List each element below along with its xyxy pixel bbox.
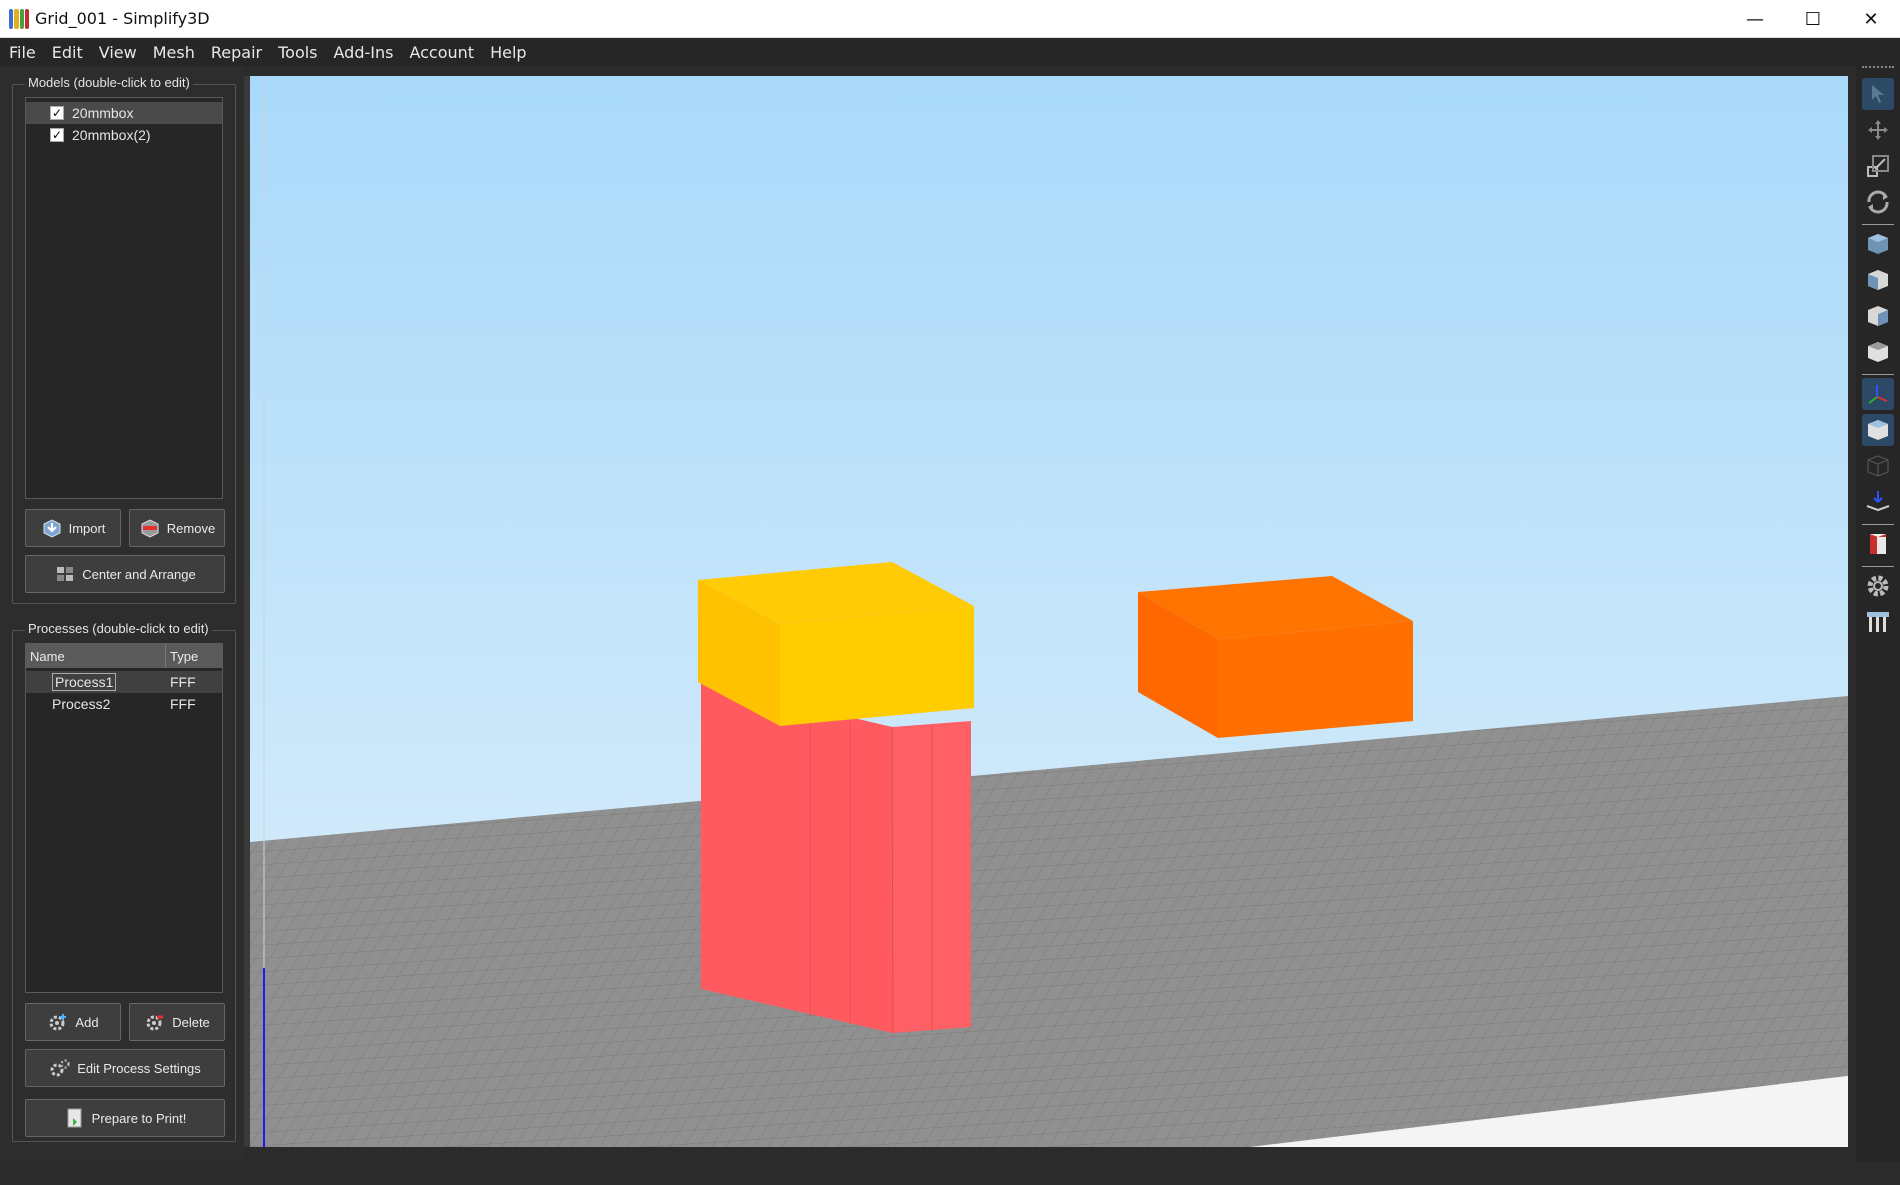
processes-table-header: Name Type [26,644,222,668]
select-arrow-icon[interactable] [1862,78,1894,110]
window-controls: — ☐ ✕ [1726,0,1900,38]
import-button[interactable]: Import [25,509,121,547]
model-name: 20mmbox [72,105,134,121]
window-title: Grid_001 - Simplify3D [35,9,210,28]
view-front-icon[interactable] [1862,264,1894,296]
add-process-button[interactable]: Add [25,1003,121,1041]
view-side-icon[interactable] [1862,300,1894,332]
menu-add-ins[interactable]: Add-Ins [334,43,394,62]
add-gear-icon [47,1012,69,1032]
status-bar [0,1161,1900,1185]
model-name: 20mmbox(2) [72,127,151,143]
column-header-type[interactable]: Type [166,644,222,668]
center-and-arrange-button[interactable]: Center and Arrange [25,555,225,593]
supports-icon[interactable] [1862,606,1894,638]
model-bottom-left-face [701,682,893,1033]
3d-viewport[interactable]: Z [250,76,1848,1147]
process-name: Process1 [52,673,117,691]
gcode-preview-icon[interactable] [1862,528,1894,560]
add-label: Add [75,1014,99,1030]
menu-repair[interactable]: Repair [211,43,262,62]
menu-tools[interactable]: Tools [278,43,317,62]
models-list[interactable]: ✓ 20mmbox ✓ 20mmbox(2) [25,97,223,499]
delete-label: Delete [172,1014,210,1030]
model-checkbox[interactable]: ✓ [50,106,64,120]
prepare-to-print-label: Prepare to Print! [91,1110,187,1126]
menu-edit[interactable]: Edit [52,43,83,62]
list-item[interactable]: ✓ 20mmbox [26,102,222,124]
print-document-icon [64,1108,86,1128]
model-top-front-face [780,606,974,726]
delete-process-button[interactable]: Delete [129,1003,225,1041]
axes-icon[interactable] [1862,378,1894,410]
delete-gear-icon [144,1012,166,1032]
models-group: Models (double-click to edit) ✓ 20mmbox … [12,75,236,604]
model-checkbox[interactable]: ✓ [50,128,64,142]
menu-bar: File Edit View Mesh Repair Tools Add-Ins… [0,38,1900,66]
close-button[interactable]: ✕ [1842,0,1900,38]
cross-section-icon[interactable] [1862,486,1894,518]
menu-mesh[interactable]: Mesh [153,43,195,62]
processes-table[interactable]: Name Type Process1 FFF Process2 FFF [25,643,223,993]
move-icon[interactable] [1862,114,1894,146]
menu-account[interactable]: Account [409,43,474,62]
arrange-icon [54,564,76,584]
edit-process-settings-button[interactable]: Edit Process Settings [25,1049,225,1087]
process-name: Process2 [52,696,111,712]
edit-process-settings-label: Edit Process Settings [77,1060,201,1076]
process-type: FFF [170,674,196,690]
view-top-icon[interactable] [1862,336,1894,368]
center-and-arrange-label: Center and Arrange [82,566,196,582]
processes-group-title: Processes (double-click to edit) [25,621,212,636]
table-row[interactable]: Process1 FFF [26,671,222,693]
minimize-button[interactable]: — [1726,0,1784,38]
table-row[interactable]: Process2 FFF [26,693,222,715]
models-group-title: Models (double-click to edit) [25,75,193,90]
left-panel: Models (double-click to edit) ✓ 20mmbox … [0,66,244,1161]
view-default-icon[interactable] [1862,228,1894,260]
menu-help[interactable]: Help [490,43,526,62]
right-toolbar [1856,66,1900,1161]
menu-view[interactable]: View [99,43,137,62]
wireframe-icon[interactable] [1862,450,1894,482]
scale-icon[interactable] [1862,150,1894,182]
processes-group: Processes (double-click to edit) Name Ty… [12,621,236,1142]
maximize-button[interactable]: ☐ [1784,0,1842,38]
prepare-to-print-button[interactable]: Prepare to Print! [25,1099,225,1137]
model-20mmbox-2[interactable] [1138,576,1413,738]
settings-gear-icon[interactable] [1862,570,1894,602]
menu-file[interactable]: File [9,43,36,62]
rotate-icon[interactable] [1862,186,1894,218]
process-type: FFF [170,696,196,712]
import-icon [41,518,63,538]
viewport-scene: Z [250,76,1848,1147]
settings-gears-icon [49,1058,71,1078]
list-item[interactable]: ✓ 20mmbox(2) [26,124,222,146]
app-logo-icon [9,8,29,29]
title-bar: Grid_001 - Simplify3D — ☐ ✕ [0,0,1900,38]
model-right-front-face [1218,621,1413,738]
remove-label: Remove [166,520,216,536]
remove-icon [139,518,161,538]
remove-button[interactable]: Remove [129,509,225,547]
model-20mmbox[interactable] [698,562,974,1034]
import-label: Import [68,520,106,536]
column-header-name[interactable]: Name [26,644,166,668]
solid-view-icon[interactable] [1862,414,1894,446]
